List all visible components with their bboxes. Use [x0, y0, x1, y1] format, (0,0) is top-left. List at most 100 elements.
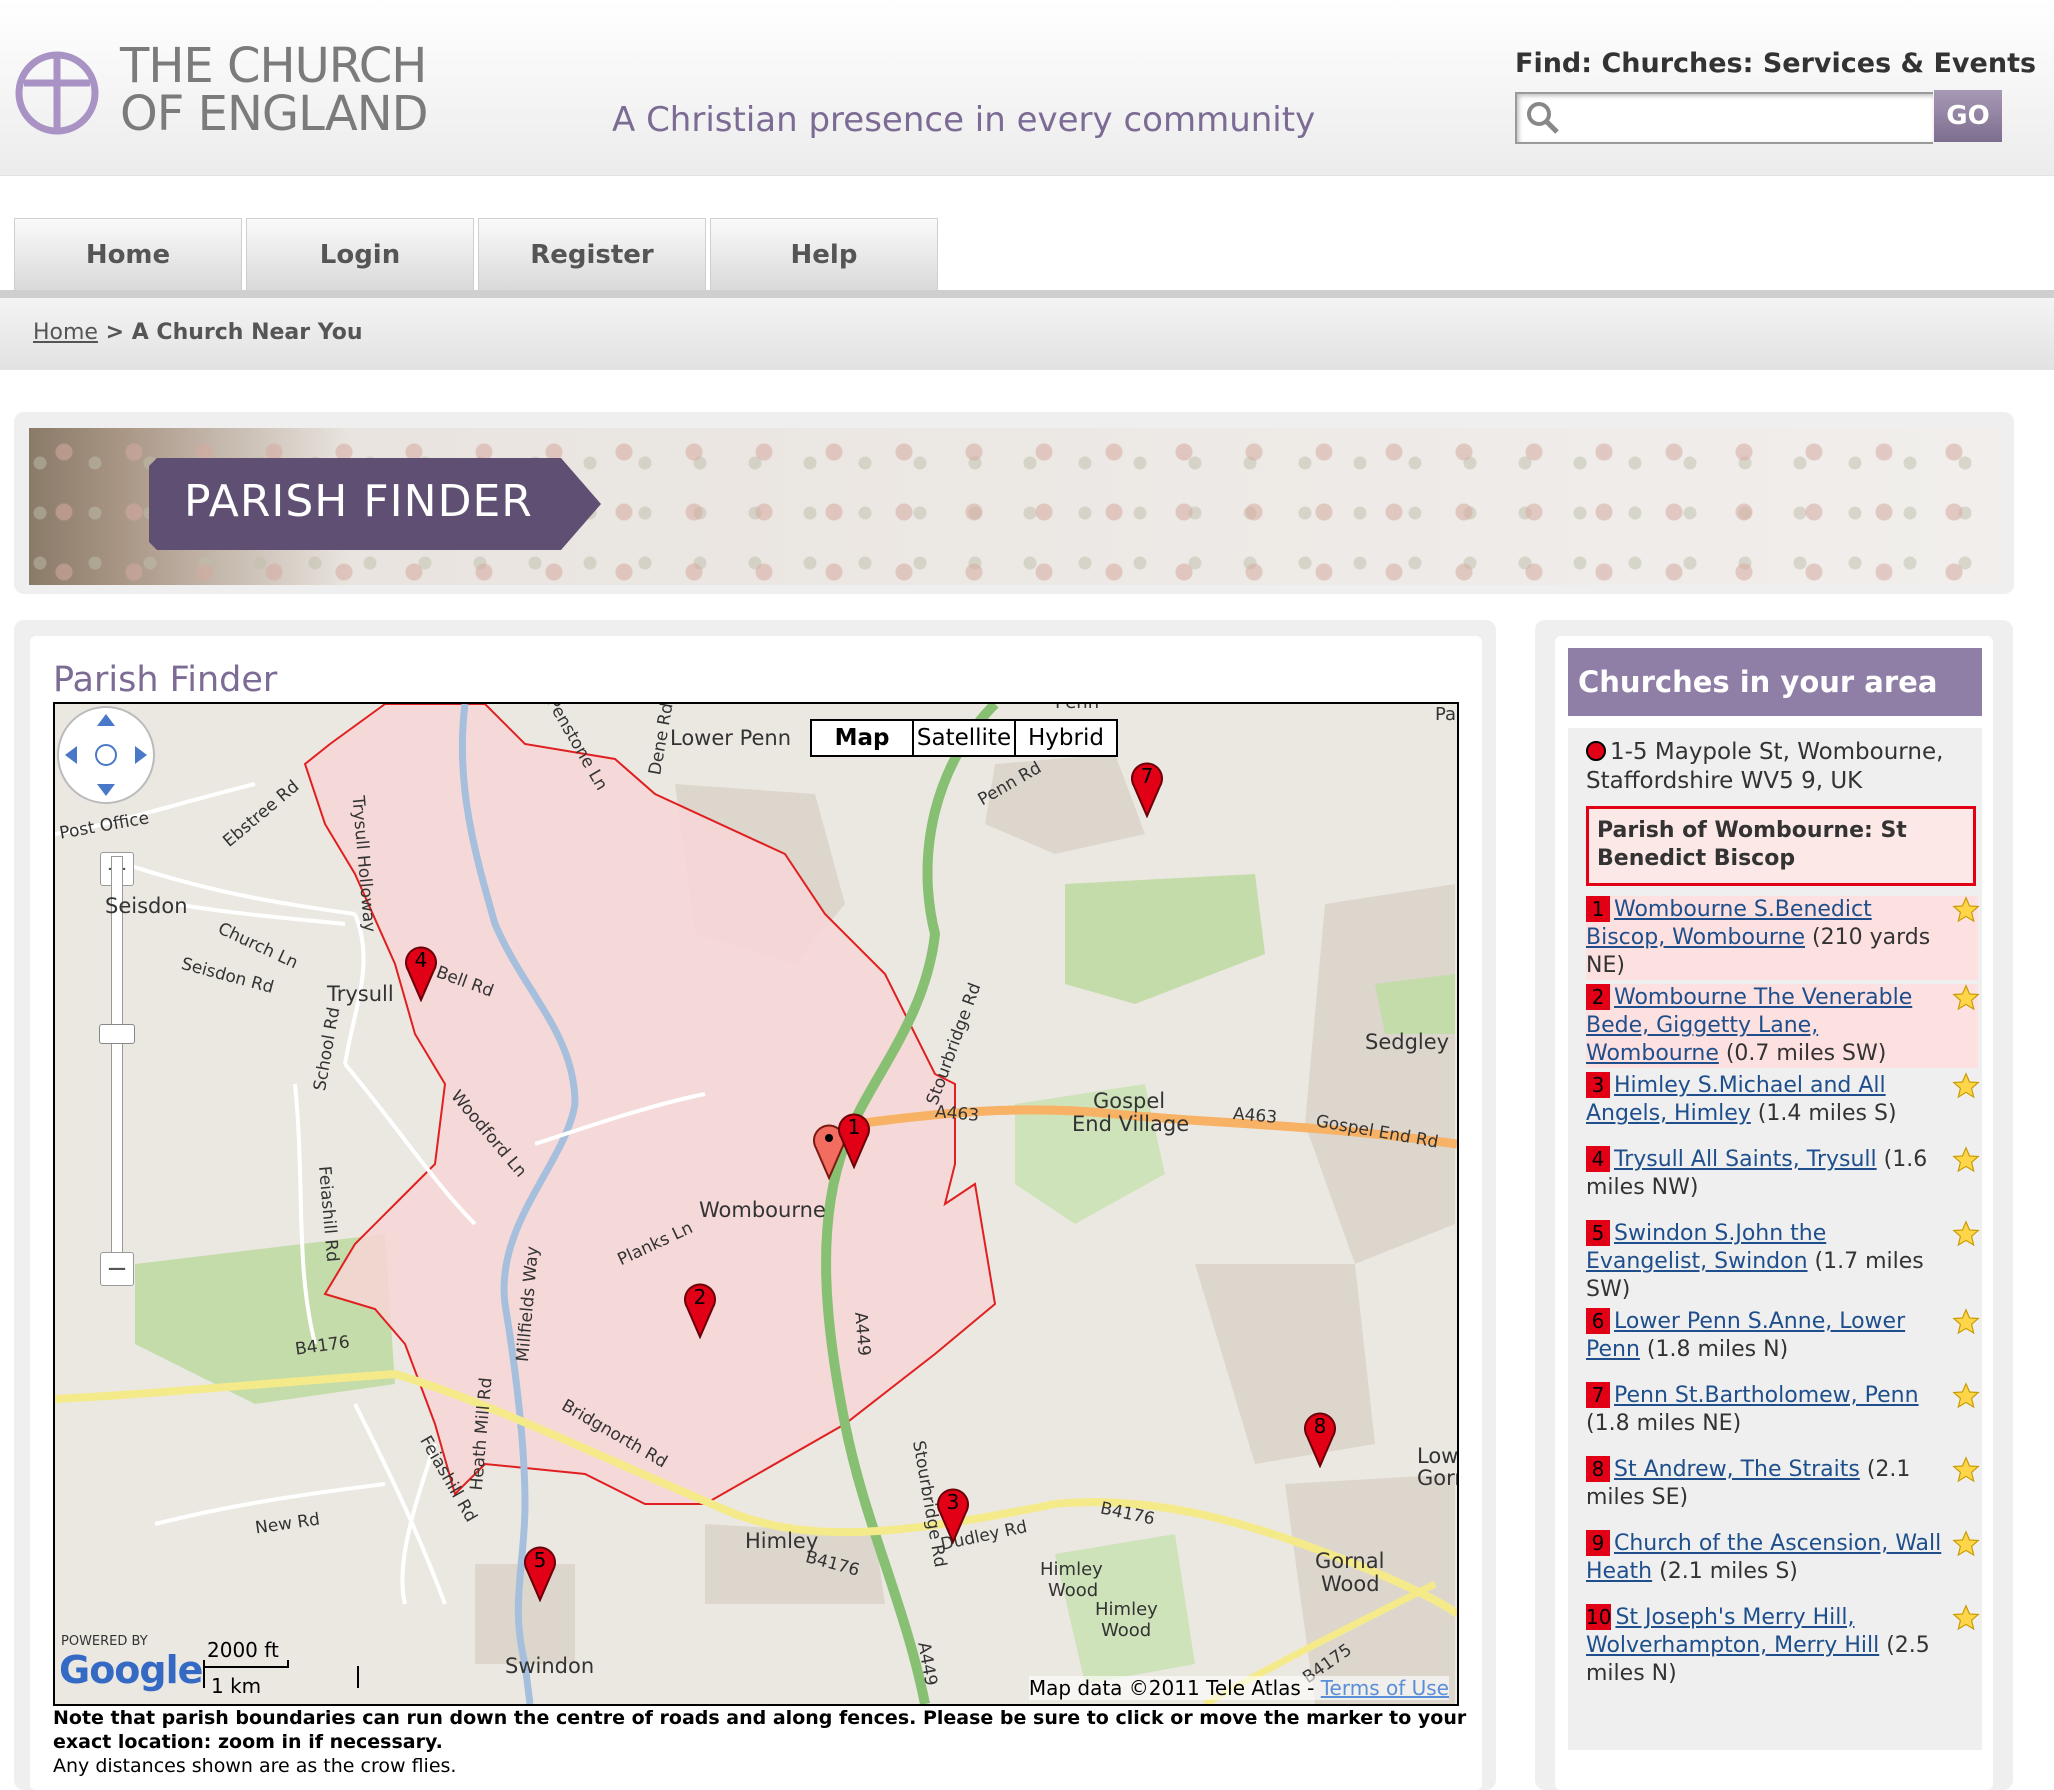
church-marker-7[interactable]: 7	[1129, 758, 1165, 818]
go-button[interactable]: GO	[1934, 90, 2002, 142]
parish-map[interactable]: Map Satellite Hybrid + − Lower Penn Seis…	[53, 702, 1459, 1706]
search-icon	[1527, 102, 1559, 134]
distance-note: Any distances shown are as the crow flie…	[53, 1755, 457, 1777]
nav-divider	[0, 290, 2054, 298]
church-link[interactable]: Swindon S.John the Evangelist, Swindon	[1586, 1221, 1826, 1274]
church-link[interactable]: St Joseph's Merry Hill, Wolverhampton, M…	[1586, 1605, 1879, 1658]
church-link[interactable]: St Andrew, The Straits	[1614, 1457, 1860, 1482]
church-number-badge: 10	[1586, 1604, 1612, 1630]
marker-number: 7	[1140, 764, 1154, 788]
place-gospel-end: Gospel	[1093, 1089, 1166, 1113]
search-input[interactable]	[1571, 100, 1925, 136]
nav-tab-register[interactable]: Register	[478, 218, 706, 291]
church-number-badge: 1	[1586, 896, 1610, 922]
favourite-star-icon[interactable]	[1952, 1146, 1980, 1174]
nav-tab-help[interactable]: Help	[710, 218, 938, 291]
nav-tab-home[interactable]: Home	[14, 218, 242, 291]
breadcrumb-bar: Home > A Church Near You	[0, 298, 2054, 370]
road-a463-west: A463	[934, 1102, 980, 1126]
church-list-item: 7 Penn St.Bartholomew, Penn (1.8 miles NE…	[1586, 1382, 1980, 1438]
favourite-star-icon[interactable]	[1952, 1530, 1980, 1558]
favourite-star-icon[interactable]	[1952, 896, 1980, 924]
church-list-item: 6 Lower Penn S.Anne, Lower Penn (1.8 mile…	[1586, 1308, 1980, 1364]
church-marker-4[interactable]: 4	[403, 942, 439, 1002]
breadcrumb-separator: >	[97, 320, 132, 345]
place-himley-wood-c: Himley	[1095, 1599, 1158, 1620]
parish-name-box: Parish of Wombourne: St Benedict Biscop	[1586, 806, 1976, 886]
church-list-item: 10 St Joseph's Merry Hill, Wolverhampton,…	[1586, 1604, 1980, 1688]
favourite-star-icon[interactable]	[1952, 1308, 1980, 1336]
search-box	[1515, 92, 1933, 144]
site-tagline: A Christian presence in every community	[612, 100, 1316, 140]
breadcrumb-current: A Church Near You	[131, 320, 363, 345]
place-lower-penn: Lower Penn	[670, 726, 792, 750]
place-lower-gornal-a: Lowe	[1417, 1444, 1459, 1468]
church-distance: (1.4 miles S)	[1750, 1101, 1897, 1126]
place-trysull: Trysull	[327, 982, 394, 1006]
church-marker-3[interactable]: 3	[935, 1484, 971, 1544]
marker-number: 2	[693, 1285, 707, 1309]
favourite-star-icon[interactable]	[1952, 1072, 1980, 1100]
place-himley-wood-b: Wood	[1048, 1580, 1099, 1601]
church-link[interactable]: Penn St.Bartholomew, Penn	[1614, 1383, 1919, 1408]
place-gornal-wood-b: Wood	[1321, 1572, 1380, 1596]
marker-number: 4	[414, 948, 428, 972]
church-number-badge: 9	[1586, 1530, 1610, 1556]
find-label: Find: Churches: Services & Events	[1515, 48, 2037, 79]
church-number-badge: 7	[1586, 1382, 1610, 1408]
church-list-item: 9 Church of the Ascension, Wall Heath (2.…	[1586, 1530, 1980, 1586]
place-gospel-end-village: End Village	[1072, 1112, 1190, 1136]
boundary-note: Note that parish boundaries can run down…	[53, 1707, 1467, 1753]
church-marker-2[interactable]: 2	[682, 1279, 718, 1339]
place-penn: Penn	[1055, 702, 1100, 713]
map-pan-control[interactable]	[55, 704, 157, 806]
map-type-hybrid-button[interactable]: Hybrid	[1014, 719, 1118, 757]
site-logo-text[interactable]: THE CHURCH OF ENGLAND	[120, 42, 429, 138]
map-note: Note that parish boundaries can run down…	[53, 1706, 1473, 1778]
church-number-badge: 2	[1586, 984, 1610, 1010]
breadcrumb-home-link[interactable]: Home	[33, 320, 98, 345]
zoom-slider-thumb[interactable]	[99, 1024, 135, 1044]
church-number-badge: 4	[1586, 1146, 1610, 1172]
road-a463-east: A463	[1232, 1104, 1278, 1128]
church-marker-8[interactable]: 8	[1302, 1408, 1338, 1468]
place-gornal-wood-a: Gornal	[1315, 1549, 1385, 1573]
church-list: 1 Wombourne S.Benedict Biscop, Wombourne …	[1586, 896, 1980, 1688]
marker-number: 1	[847, 1115, 861, 1139]
map-type-map-button[interactable]: Map	[810, 719, 914, 757]
church-cross-logo-icon[interactable]	[14, 50, 100, 136]
map-data-credit: Map data ©2011 Tele Atlas -	[1028, 1676, 1321, 1700]
church-number-badge: 8	[1586, 1456, 1610, 1482]
church-marker-1[interactable]: 1	[836, 1109, 872, 1169]
favourite-star-icon[interactable]	[1952, 1604, 1980, 1632]
marker-number: 5	[533, 1548, 547, 1572]
favourite-star-icon[interactable]	[1952, 1220, 1980, 1248]
place-park: Park	[1435, 704, 1457, 725]
church-link[interactable]: Trysull All Saints, Trysull	[1614, 1147, 1877, 1172]
favourite-star-icon[interactable]	[1952, 1456, 1980, 1484]
map-type-satellite-button[interactable]: Satellite	[912, 719, 1016, 757]
google-logo[interactable]: Google	[59, 1648, 203, 1692]
breadcrumb: Home > A Church Near You	[33, 320, 362, 345]
place-swindon: Swindon	[505, 1654, 595, 1678]
church-number-badge: 6	[1586, 1308, 1610, 1334]
place-seisdon: Seisdon	[105, 894, 188, 918]
zoom-out-button[interactable]: −	[100, 1252, 134, 1286]
favourite-star-icon[interactable]	[1952, 1382, 1980, 1410]
terms-of-use-link[interactable]: Terms of Use	[1321, 1676, 1449, 1700]
nav-tab-login[interactable]: Login	[246, 218, 474, 291]
search-address: 1-5 Maypole St, Wombourne, Staffordshire…	[1586, 738, 1976, 796]
place-sedgley: Sedgley	[1365, 1030, 1450, 1054]
place-himley-wood-d: Wood	[1101, 1620, 1152, 1641]
page-title: Parish Finder	[53, 660, 278, 700]
favourite-star-icon[interactable]	[1952, 984, 1980, 1012]
banner-title: PARISH FINDER	[184, 476, 533, 527]
church-list-item: 3 Himley S.Michael and All Angels, Himley…	[1586, 1072, 1980, 1128]
place-wombourne: Wombourne	[699, 1198, 826, 1222]
place-himley-wood-a: Himley	[1040, 1559, 1103, 1580]
church-marker-5[interactable]: 5	[522, 1542, 558, 1602]
place-lower-gornal-b: Gorn	[1417, 1466, 1457, 1490]
marker-number: 8	[1313, 1414, 1327, 1438]
church-list-item: 5 Swindon S.John the Evangelist, Swindon …	[1586, 1220, 1980, 1304]
church-number-badge: 3	[1586, 1072, 1610, 1098]
